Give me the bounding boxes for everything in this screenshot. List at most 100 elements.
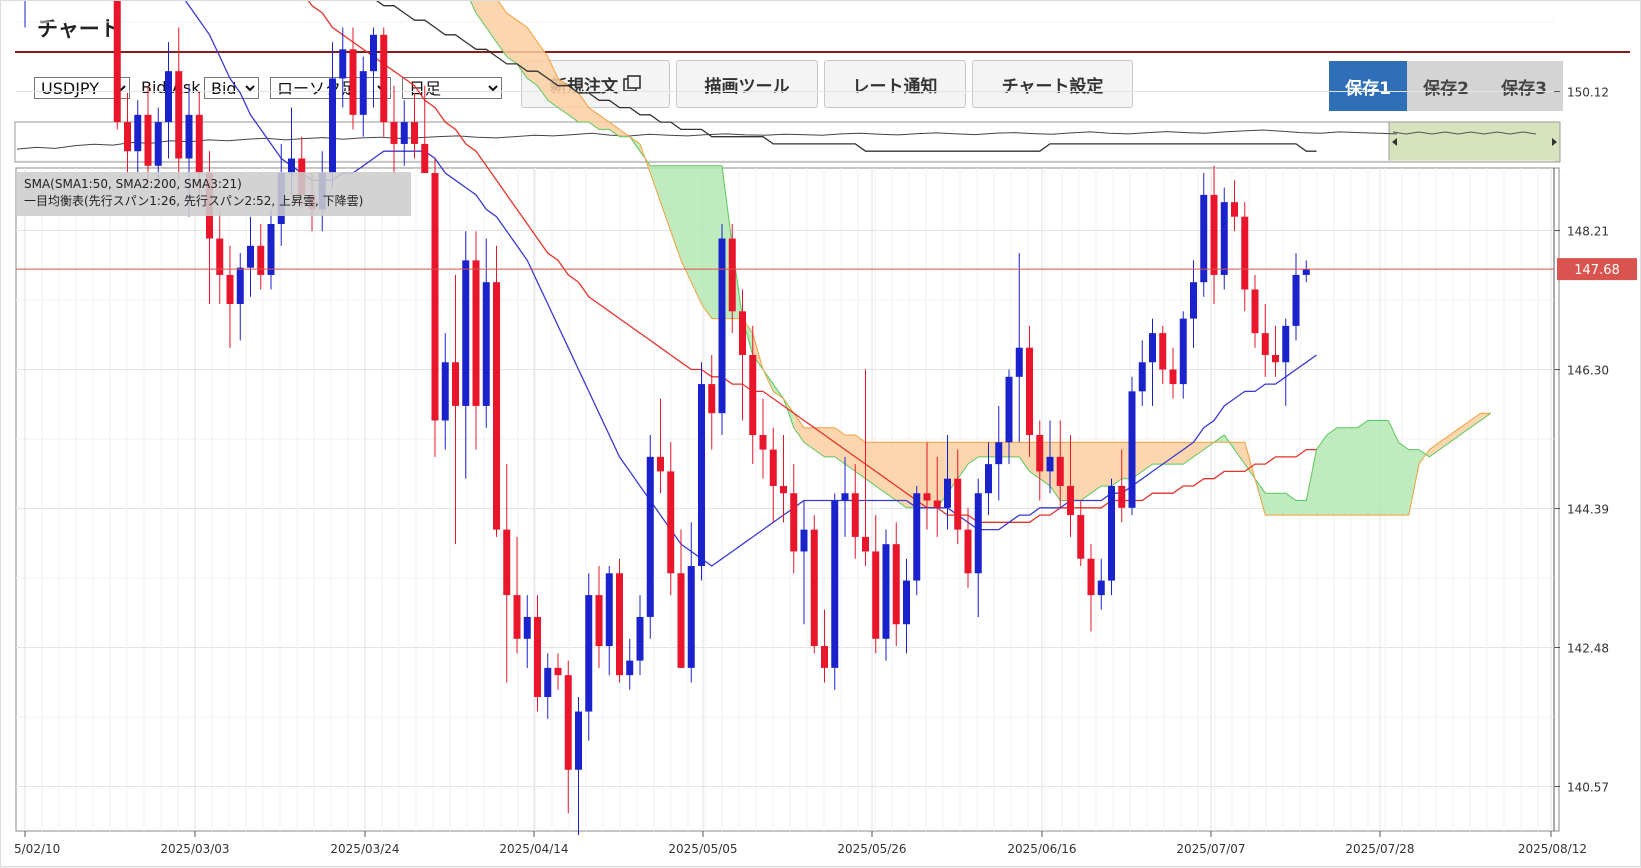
candle-down — [677, 573, 685, 668]
candle-up — [646, 456, 654, 617]
candle-down — [1169, 369, 1177, 385]
candle-up — [831, 500, 839, 668]
y-tick-label: 146.30 — [1567, 364, 1609, 378]
candle-down — [421, 143, 429, 174]
y-tick-label: 150.12 — [1567, 86, 1609, 100]
candle-down — [411, 122, 418, 144]
x-tick-label: 2025/07/28 — [1345, 842, 1414, 856]
candle-down — [595, 595, 603, 647]
x-tick-label: 2025/07/07 — [1176, 842, 1245, 856]
candle-down — [892, 544, 900, 625]
candle-down — [1241, 216, 1249, 290]
candle-down — [175, 71, 183, 159]
candle-up — [1097, 580, 1105, 596]
candle-up — [1138, 362, 1146, 392]
x-tick-label: 2025/06/16 — [1007, 842, 1076, 856]
candle-down — [923, 493, 931, 501]
candle-down — [1159, 333, 1167, 370]
candle-down — [821, 646, 828, 668]
candle-down — [1261, 333, 1269, 355]
candle-down — [1036, 435, 1044, 472]
candle-up — [441, 362, 449, 421]
candle-down — [790, 493, 798, 552]
x-tick-label: 2025/05/26 — [837, 842, 906, 856]
candle-down — [513, 595, 521, 639]
candle-up — [626, 660, 634, 676]
candle-up — [329, 78, 336, 174]
y-tick-label: 144.39 — [1567, 503, 1609, 517]
navigator-panel — [14, 121, 1561, 163]
indicator-legend: SMA(SMA1:50, SMA2:200, SMA3:21) 一目均衡表(先行… — [16, 172, 411, 216]
chart-canvas[interactable]: 155.85153.94152.03150.12148.21146.30144.… — [1, 1, 1641, 868]
x-tick-label: 2025/05/05 — [668, 842, 737, 856]
candle-down — [769, 449, 777, 486]
candle-down — [472, 260, 480, 406]
candle-down — [780, 485, 787, 494]
candle-down — [964, 529, 972, 574]
candle-down — [851, 493, 859, 537]
candle-up — [913, 493, 921, 581]
candle-up — [1128, 391, 1136, 508]
candle-up — [1046, 456, 1054, 472]
candle-up — [185, 114, 193, 159]
candle-up — [1015, 347, 1023, 377]
candle-up — [800, 529, 808, 552]
candle-up — [523, 616, 531, 639]
candle-down — [144, 114, 152, 166]
candle-up — [1292, 274, 1300, 326]
candle-down — [933, 500, 941, 508]
candle-up — [636, 616, 644, 661]
candle-down — [349, 49, 357, 115]
candle-up — [985, 464, 992, 494]
x-tick-label: 2025/03/03 — [160, 842, 229, 856]
candle-down — [810, 529, 818, 647]
candle-up — [903, 580, 910, 625]
candle-up — [841, 493, 849, 501]
candle-down — [728, 238, 736, 312]
y-tick-label: 140.57 — [1567, 781, 1609, 795]
candle-up — [400, 122, 408, 144]
candle-down — [257, 245, 265, 275]
navigator-window — [1388, 121, 1561, 163]
candle-down — [708, 384, 716, 414]
candle-up — [687, 566, 695, 668]
candle-up — [154, 122, 162, 166]
candle-up — [1302, 269, 1310, 275]
candle-down — [1210, 194, 1218, 275]
candle-down — [1056, 456, 1064, 486]
candle-up — [1282, 325, 1290, 363]
legend-sma: SMA(SMA1:50, SMA2:200, SMA3:21) — [24, 177, 242, 191]
candle-down — [124, 122, 131, 152]
candle-up — [882, 544, 890, 639]
candle-up — [339, 49, 347, 79]
candle-down — [616, 573, 623, 676]
candle-up — [698, 384, 705, 567]
candle-down — [452, 362, 459, 406]
candle-down — [534, 616, 541, 697]
candle-up — [247, 245, 254, 268]
candle-up — [482, 282, 490, 406]
candle-down — [1067, 485, 1074, 516]
candle-up — [718, 238, 726, 414]
x-tick-label: 2025/03/24 — [330, 842, 399, 856]
candle-up — [134, 114, 142, 152]
legend-ichimoku: 一目均衡表(先行スパン1:26, 先行スパン2:52, 上昇雲, 下降雲) — [24, 194, 364, 208]
candle-up — [370, 34, 377, 72]
candle-down — [380, 34, 388, 123]
candle-down — [872, 551, 880, 639]
candle-down — [1026, 347, 1033, 436]
candle-down — [954, 478, 962, 530]
candle-up — [944, 478, 951, 508]
candle-up — [462, 260, 470, 406]
candle-up — [1220, 202, 1228, 275]
candle-down — [749, 354, 757, 436]
candle-down — [1118, 485, 1126, 508]
candle-up — [1149, 333, 1156, 363]
candle-up — [585, 595, 593, 712]
candle-up — [605, 573, 613, 647]
y-tick-label: 148.21 — [1567, 225, 1609, 239]
current-price-label: 147.68 — [1574, 263, 1620, 278]
candle-down — [493, 282, 500, 530]
candle-up — [1179, 318, 1187, 385]
candle-down — [667, 471, 675, 574]
